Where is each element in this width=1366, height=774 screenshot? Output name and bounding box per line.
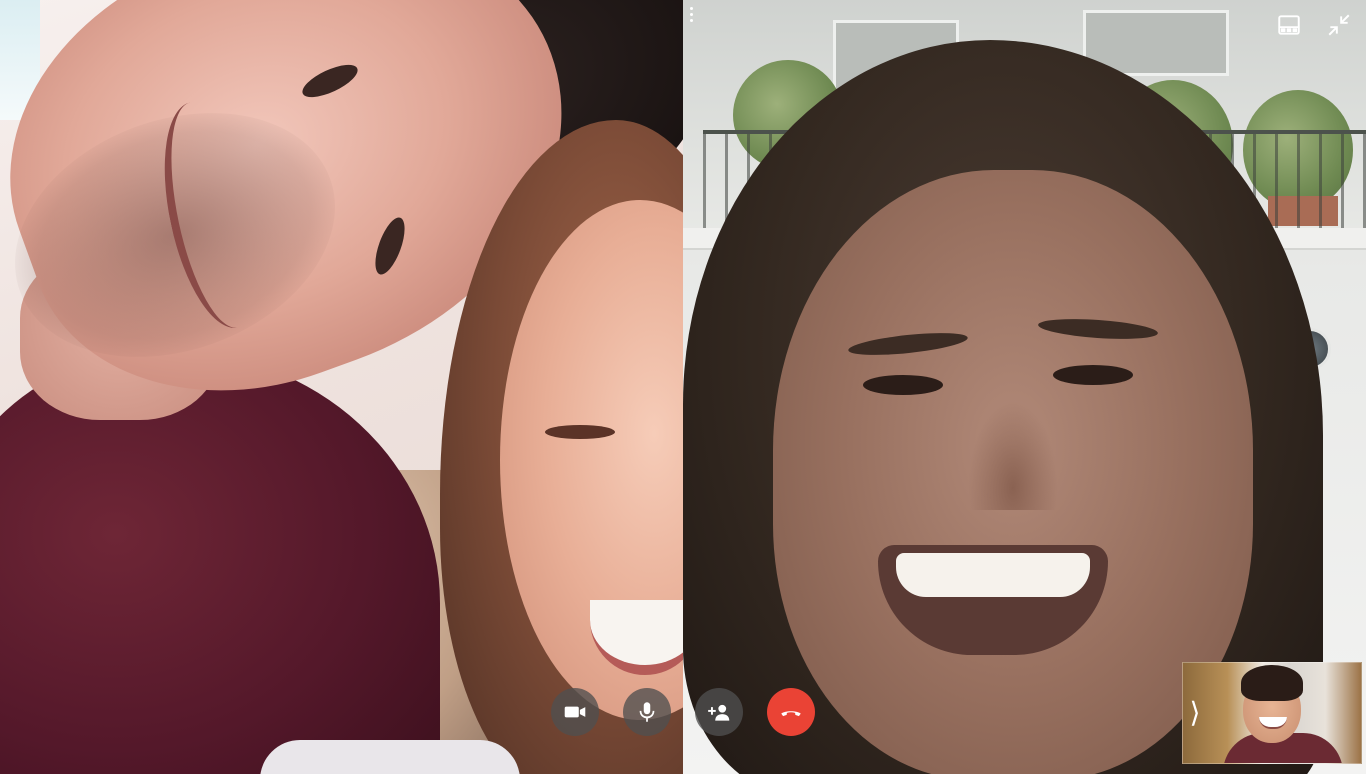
participant-video-right — [683, 0, 1366, 774]
self-view-preview[interactable]: ⟩ — [1182, 662, 1362, 764]
hangup-button[interactable] — [767, 688, 815, 736]
sofa-cushion — [260, 740, 520, 774]
more-vertical-icon-dot — [689, 18, 693, 22]
woman-nose — [968, 400, 1058, 510]
self-hair — [1241, 665, 1303, 701]
woman-eye — [1053, 365, 1133, 385]
call-controls-bar — [551, 688, 815, 736]
exit-fullscreen-icon[interactable] — [1326, 12, 1352, 38]
woman-teeth — [896, 553, 1090, 597]
woman-eye — [545, 425, 615, 439]
video-camera-icon — [564, 706, 586, 718]
add-person-icon — [708, 704, 730, 721]
layout-grid-icon[interactable] — [1276, 12, 1302, 38]
video-call-stage: ⟩ — [0, 0, 1366, 774]
add-person-button[interactable] — [695, 688, 743, 736]
more-options-button[interactable] — [686, 4, 696, 24]
camera-toggle-button[interactable] — [551, 688, 599, 736]
microphone-icon — [639, 702, 655, 722]
participant-video-left — [0, 0, 683, 774]
more-vertical-icon — [689, 6, 693, 10]
top-right-toolbar — [1276, 12, 1352, 38]
more-vertical-icon-dot — [689, 12, 693, 16]
hangup-phone-icon — [781, 711, 801, 717]
woman-eye — [863, 375, 943, 395]
microphone-toggle-button[interactable] — [623, 688, 671, 736]
chevron-right-icon[interactable]: ⟩ — [1187, 697, 1203, 729]
